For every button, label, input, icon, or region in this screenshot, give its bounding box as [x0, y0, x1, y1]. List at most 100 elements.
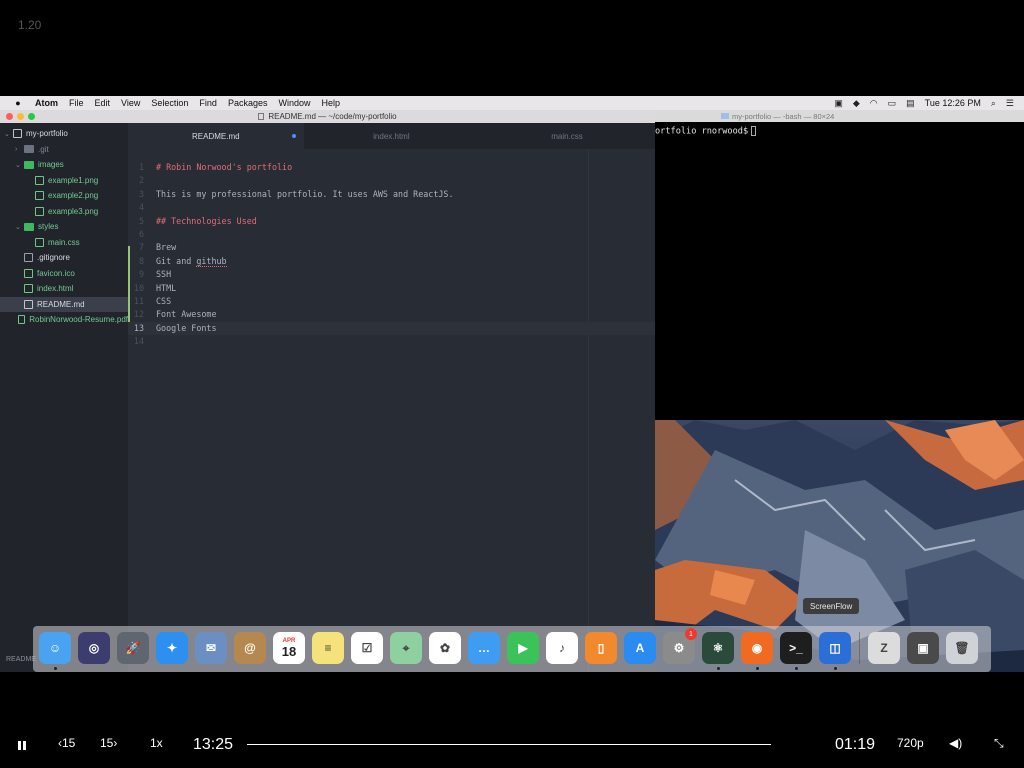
dock-firefox-icon[interactable]: ◉: [741, 632, 773, 664]
dock-terminal-icon[interactable]: >_: [780, 632, 812, 664]
dropbox-icon[interactable]: ◆: [853, 98, 860, 109]
repo-icon: [13, 129, 22, 138]
forward-label: 15: [100, 736, 114, 750]
terminal-prompt-line[interactable]: ortfolio rnorwood$: [655, 126, 1024, 137]
tree-item[interactable]: .gitignore: [0, 250, 128, 265]
line-number: 2: [138, 175, 144, 186]
volume-icon[interactable]: ◀): [949, 736, 962, 750]
minimize-window-icon[interactable]: [17, 113, 24, 120]
tree-item[interactable]: RobinNorwood-Resume.pdf: [0, 312, 128, 327]
tree-item[interactable]: › .git: [0, 142, 128, 157]
apple-menu-icon[interactable]: ●: [12, 98, 24, 108]
playback-speed-button[interactable]: 1x: [150, 736, 163, 750]
zoom-window-icon[interactable]: [28, 113, 35, 120]
dock-finder-icon[interactable]: ☺: [39, 632, 71, 664]
dock-mail-icon[interactable]: ✉: [195, 632, 227, 664]
tree-item-label: example2.png: [48, 191, 99, 200]
menu-packages[interactable]: Packages: [228, 98, 268, 108]
close-window-icon[interactable]: [6, 113, 13, 120]
quality-button[interactable]: 720p: [897, 736, 924, 750]
dock-notes-icon[interactable]: ≡: [312, 632, 344, 664]
spotlight-search-icon[interactable]: ⌕: [991, 98, 996, 109]
menu-file[interactable]: File: [69, 98, 84, 108]
tab-main-css[interactable]: main.css: [479, 123, 655, 149]
tree-item[interactable]: favicon.ico: [0, 266, 128, 281]
code-line[interactable]: # Robin Norwood's portfolio: [156, 161, 292, 174]
dock-siri-icon[interactable]: ◎: [78, 632, 110, 664]
dock-photos-icon[interactable]: ✿: [429, 632, 461, 664]
code-line[interactable]: HTML: [156, 282, 176, 295]
input-flag-icon[interactable]: ▤: [906, 98, 915, 109]
markdown-file-icon: [24, 299, 33, 309]
disclosure-arrow-icon[interactable]: ⌄: [15, 223, 24, 231]
screen-record-icon[interactable]: ▣: [834, 98, 843, 109]
tab-index-html[interactable]: index.html: [304, 123, 480, 149]
dock-calendar-icon[interactable]: APR 18: [273, 632, 305, 664]
running-indicator: [717, 667, 720, 670]
tree-item[interactable]: README.md: [0, 296, 128, 312]
dock-itunes-icon[interactable]: ♪: [546, 632, 578, 664]
tree-item[interactable]: example2.png: [0, 188, 128, 203]
menu-edit[interactable]: Edit: [95, 98, 111, 108]
dock-safari-icon[interactable]: ✦: [156, 632, 188, 664]
exit-fullscreen-icon[interactable]: ⤡: [994, 736, 1004, 751]
dock-atom-icon[interactable]: ⚛: [702, 632, 734, 664]
dock-reminders-icon[interactable]: ☑: [351, 632, 383, 664]
dock-maps-icon[interactable]: ⌖: [390, 632, 422, 664]
pdf-file-icon: [18, 315, 26, 324]
code-line[interactable]: ## Technologies Used: [156, 215, 257, 228]
disclosure-arrow-icon[interactable]: ›: [15, 146, 24, 153]
dock-preview-icon[interactable]: ▣: [907, 632, 939, 664]
wifi-icon[interactable]: ◠: [870, 98, 878, 109]
pause-button[interactable]: [18, 741, 28, 750]
tab-readme[interactable]: README.md: [128, 123, 304, 149]
menu-help[interactable]: Help: [321, 98, 340, 108]
code-line[interactable]: Font Awesome: [156, 308, 217, 321]
tree-item[interactable]: example3.png: [0, 204, 128, 219]
dock-app-store-icon[interactable]: A: [624, 632, 656, 664]
code-line[interactable]: Brew: [156, 241, 176, 254]
dock-contacts-icon[interactable]: @: [234, 632, 266, 664]
notification-center-icon[interactable]: ☰: [1006, 98, 1014, 109]
tree-item[interactable]: example1.png: [0, 173, 128, 188]
dock-screenflow-icon[interactable]: ◫: [819, 632, 851, 664]
code-line[interactable]: Google Fonts: [156, 322, 217, 335]
notification-badge: 1: [685, 628, 697, 640]
code-line[interactable]: This is my professional portfolio. It us…: [156, 188, 454, 201]
window-title: README.md — ~/code/my-portfolio: [268, 112, 397, 121]
code-line[interactable]: Git and github: [156, 255, 227, 268]
dock-launchpad-icon[interactable]: 🚀: [117, 632, 149, 664]
dock-messages-icon[interactable]: …: [468, 632, 500, 664]
wrap-guide: [588, 149, 589, 672]
disclosure-arrow-icon[interactable]: ⌄: [4, 130, 13, 138]
window-controls: [6, 113, 39, 120]
progress-bar[interactable]: [247, 744, 771, 745]
dock-trash-icon[interactable]: 🗑: [946, 632, 978, 664]
menu-selection[interactable]: Selection: [151, 98, 188, 108]
airplay-icon[interactable]: ▭: [888, 98, 897, 109]
tree-item[interactable]: ⌄ images: [0, 157, 128, 172]
image-file-icon: [35, 206, 44, 216]
code-editor[interactable]: 1 # Robin Norwood's portfolio 2 3 This is my…: [128, 149, 655, 672]
disclosure-arrow-icon[interactable]: ⌄: [15, 161, 24, 169]
dock-archive-icon[interactable]: Z: [868, 632, 900, 664]
tree-item[interactable]: ⌄ my-portfolio: [0, 126, 128, 141]
menu-atom[interactable]: Atom: [35, 98, 58, 108]
menu-find[interactable]: Find: [199, 98, 217, 108]
tree-item[interactable]: index.html: [0, 281, 128, 296]
tree-item-label: example1.png: [48, 175, 99, 185]
menu-window[interactable]: Window: [278, 98, 310, 108]
code-line[interactable]: SSH: [156, 268, 171, 281]
forward-15-button[interactable]: 15›: [100, 736, 117, 750]
dock-ibooks-icon[interactable]: ▯: [585, 632, 617, 664]
terminal-window[interactable]: my-portfolio — -bash — 80×24 ortfolio rn…: [655, 110, 1024, 420]
code-line[interactable]: CSS: [156, 295, 171, 308]
menu-view[interactable]: View: [121, 98, 140, 108]
tree-item[interactable]: ⌄ styles: [0, 219, 128, 234]
rewind-15-button[interactable]: ‹15: [58, 736, 75, 750]
menubar-clock[interactable]: Tue 12:26 PM: [925, 98, 981, 108]
dock-facetime-icon[interactable]: ▶: [507, 632, 539, 664]
elapsed-time: 13:25: [193, 736, 234, 753]
file-icon: [24, 284, 33, 293]
tree-item[interactable]: main.css: [0, 235, 128, 250]
